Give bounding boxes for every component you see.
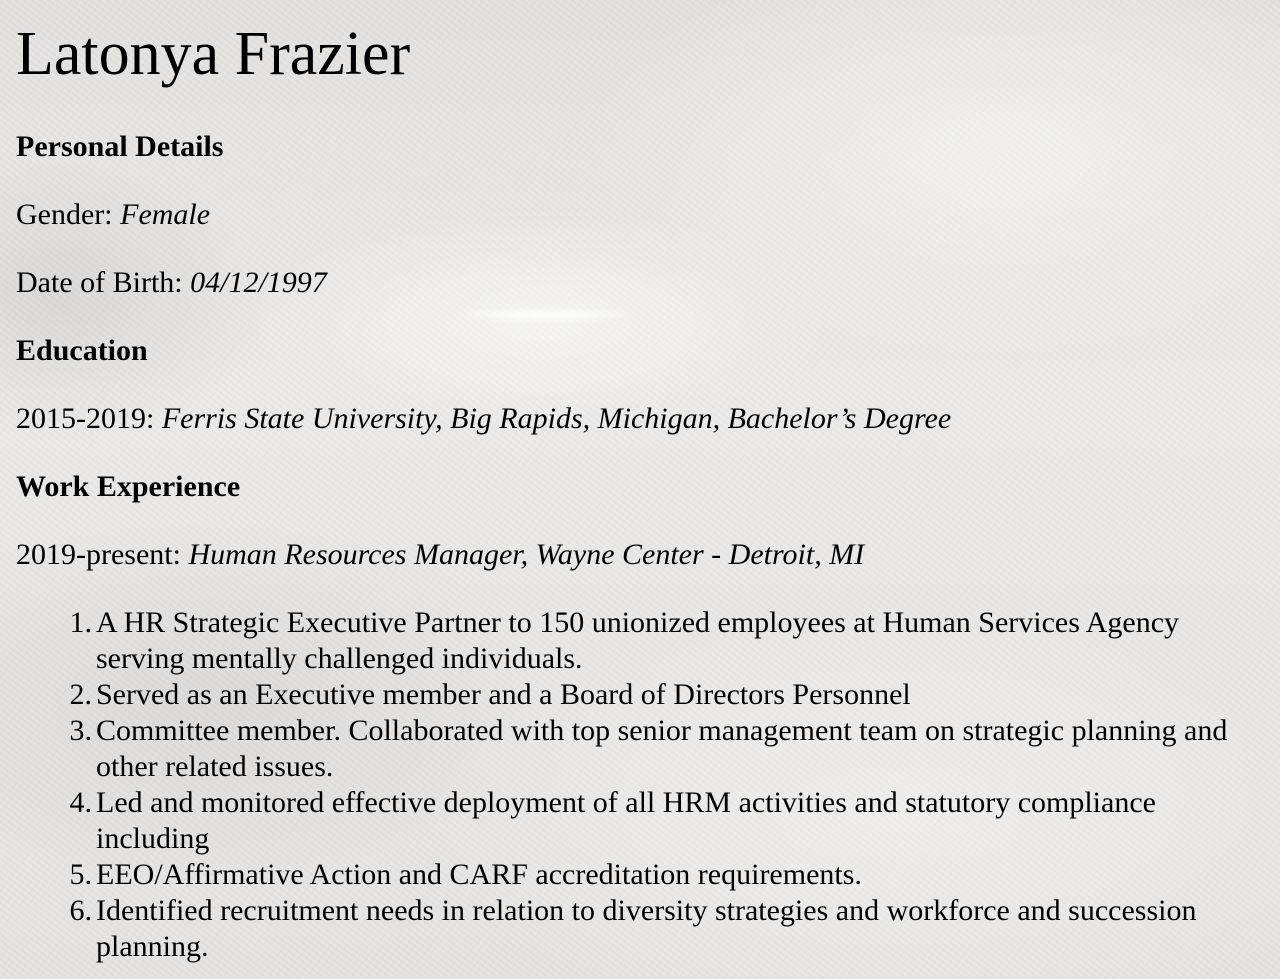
- work-duties-list: 1. A HR Strategic Executive Partner to 1…: [16, 605, 1256, 965]
- education-detail: Ferris State University, Big Rapids, Mic…: [161, 402, 952, 435]
- date-of-birth-line: Date of Birth: 04/12/1997: [16, 265, 327, 301]
- list-item-number: 3.: [69, 714, 93, 747]
- gender-label: Gender:: [16, 198, 113, 231]
- list-item: 2. Served as an Executive member and a B…: [70, 677, 1256, 713]
- work-location: Detroit, MI: [728, 538, 865, 571]
- list-item-text: Identified recruitment needs in relation…: [96, 894, 1197, 963]
- work-title-org: Human Resources Manager, Wayne Center: [188, 538, 704, 571]
- paper-crease-texture: [450, 306, 640, 324]
- gender-value: Female: [120, 198, 211, 231]
- list-item-number: 4.: [69, 786, 93, 819]
- work-entry: 2019-present: Human Resources Manager, W…: [16, 537, 864, 573]
- education-entry: 2015-2019: Ferris State University, Big …: [16, 401, 951, 437]
- work-period: 2019-present:: [16, 538, 181, 571]
- list-item-text: Led and monitored effective deployment o…: [96, 786, 1156, 855]
- dob-value: 04/12/1997: [190, 266, 327, 299]
- list-item-text: Committee member. Collaborated with top …: [96, 714, 1228, 783]
- work-separator: -: [711, 538, 722, 571]
- list-item-number: 1.: [69, 606, 93, 639]
- list-item-number: 2.: [69, 678, 93, 711]
- list-item-number: 6.: [69, 894, 93, 927]
- dob-label: Date of Birth:: [16, 266, 183, 299]
- list-item-text: EEO/Affirmative Action and CARF accredit…: [96, 858, 862, 891]
- list-item-text: A HR Strategic Executive Partner to 150 …: [96, 606, 1180, 675]
- gender-line: Gender: Female: [16, 197, 210, 233]
- list-item: 6. Identified recruitment needs in relat…: [70, 893, 1256, 965]
- education-heading: Education: [16, 334, 148, 367]
- list-item: 5. EEO/Affirmative Action and CARF accre…: [70, 857, 1256, 893]
- candidate-name: Latonya Frazier: [16, 20, 411, 88]
- list-item: 3. Committee member. Collaborated with t…: [70, 713, 1256, 785]
- list-item: 1. A HR Strategic Executive Partner to 1…: [70, 605, 1256, 677]
- list-item-number: 5.: [69, 858, 93, 891]
- education-period: 2015-2019:: [16, 402, 155, 435]
- list-item-text: Served as an Executive member and a Boar…: [96, 678, 911, 711]
- list-item: 4. Led and monitored effective deploymen…: [70, 785, 1256, 857]
- work-experience-heading: Work Experience: [16, 470, 241, 503]
- personal-details-heading: Personal Details: [16, 130, 224, 163]
